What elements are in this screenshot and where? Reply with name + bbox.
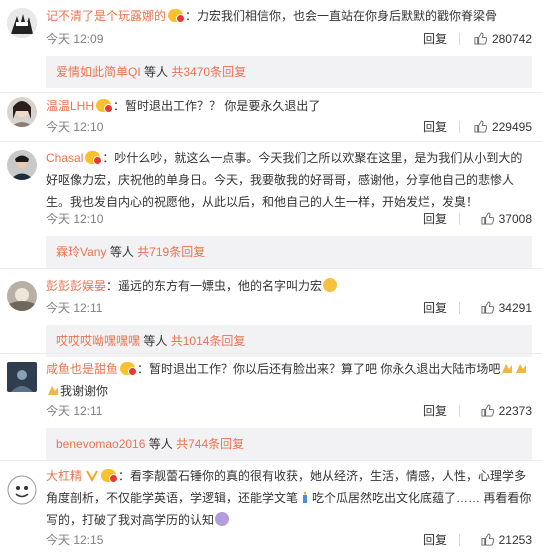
comment-body-tail: 我谢谢你 <box>60 384 109 398</box>
divider <box>459 33 460 45</box>
thumbs-up-icon <box>474 32 488 45</box>
avatar[interactable] <box>7 281 37 311</box>
comment-meta: 今天 12:10 回复 37008 <box>46 210 532 228</box>
divider <box>459 213 460 225</box>
comment-username[interactable]: 大杠精 <box>46 469 82 483</box>
comment-body: ：力宏我们相信你，也会一直站在你身后默默的戳你脊梁骨 <box>185 9 498 23</box>
reply-button[interactable]: 回复 <box>423 402 447 420</box>
clap-emoji-icon <box>516 364 527 373</box>
divider <box>459 121 460 133</box>
reply-button[interactable]: 回复 <box>423 531 447 549</box>
like-count: 280742 <box>491 32 532 46</box>
clap-emoji-icon <box>502 364 513 373</box>
like-count: 21253 <box>498 533 532 547</box>
verified-v-icon <box>86 470 98 482</box>
candle-emoji-icon <box>303 491 308 503</box>
comment-time: 今天 12:09 <box>46 32 104 46</box>
divider <box>0 460 542 461</box>
like-count: 34291 <box>498 301 532 315</box>
divider <box>0 268 542 269</box>
sub-reply-etc: 等人 <box>148 437 173 451</box>
thumbs-up-icon <box>481 301 494 314</box>
sub-reply-user[interactable]: 霖玲Vany <box>56 245 106 259</box>
comment-meta: 今天 12:15 回复 21253 <box>46 531 532 549</box>
avatar[interactable] <box>7 362 37 392</box>
sub-reply-user[interactable]: 爱情如此简单QI <box>56 65 141 79</box>
like-count: 37008 <box>498 212 532 226</box>
like-button[interactable]: 21253 <box>481 531 532 549</box>
sub-reply-user[interactable]: benevomao2016 <box>56 437 145 451</box>
reply-button[interactable]: 回复 <box>423 210 447 228</box>
like-button[interactable]: 37008 <box>481 210 532 228</box>
like-button[interactable]: 22373 <box>481 402 532 420</box>
comment-meta: 今天 12:09 回复 280742 <box>46 30 532 48</box>
like-count: 22373 <box>498 404 532 418</box>
comment-time: 今天 12:11 <box>46 404 103 418</box>
avatar[interactable] <box>7 150 37 180</box>
comment-username[interactable]: 彭彭彭娱晏 <box>46 279 106 293</box>
sub-reply-etc: 等人 <box>109 245 134 259</box>
vip-badge-icon <box>96 99 114 113</box>
comment-body: ：遥远的东方有一嫖虫，他的名字叫力宏 <box>106 279 323 293</box>
like-button[interactable]: 229495 <box>474 118 532 136</box>
sub-reply-etc: 等人 <box>143 334 168 348</box>
avatar[interactable] <box>7 475 37 505</box>
comment-text: 记不清了是个玩露娜的 ：力宏我们相信你，也会一直站在你身后默默的戳你脊梁骨 <box>46 5 532 27</box>
vip-badge-icon <box>168 9 186 23</box>
like-count: 229495 <box>491 120 532 134</box>
comment-meta: 今天 12:11 回复 34291 <box>46 299 532 317</box>
divider <box>0 92 542 93</box>
sub-reply-more-link[interactable]: 共1014条回复 <box>171 334 246 348</box>
divider <box>459 302 460 314</box>
like-button[interactable]: 34291 <box>481 299 532 317</box>
thumbs-up-icon <box>481 212 494 225</box>
thumbs-up-icon <box>481 404 494 417</box>
comment-username[interactable]: Chasal <box>46 151 83 165</box>
vip-badge-icon <box>85 151 103 165</box>
sub-reply-more-link[interactable]: 共744条回复 <box>176 437 244 451</box>
sub-reply-user[interactable]: 哎哎哎呦嘿嘿嘿 <box>56 334 140 348</box>
sub-reply-more-link[interactable]: 共719条回复 <box>137 245 205 259</box>
clap-emoji-icon <box>48 386 58 395</box>
comment-text: 大杠精 ：看李靓蕾石锤你的真的很有收获，她从经济，生活，情感，人性，心理学多角度剖… <box>46 465 532 531</box>
like-button[interactable]: 280742 <box>474 30 532 48</box>
comment-meta: 今天 12:10 回复 229495 <box>46 118 532 136</box>
comment-body: ：暂时退出工作？？ 你是要永久退出了 <box>113 99 321 113</box>
crying-emoji-icon <box>323 278 338 292</box>
sub-reply-box[interactable]: benevomao2016 等人 共744条回复 <box>46 428 532 460</box>
avatar[interactable] <box>7 97 37 127</box>
comment-text: 彭彭彭娱晏：遥远的东方有一嫖虫，他的名字叫力宏 <box>46 275 532 297</box>
comment-time: 今天 12:10 <box>46 212 104 226</box>
thumbs-up-icon <box>481 533 494 546</box>
comment-text: 温温LHH ：暂时退出工作？？ 你是要永久退出了 <box>46 95 532 117</box>
reply-button[interactable]: 回复 <box>423 118 447 136</box>
comment-time: 今天 12:10 <box>46 120 104 134</box>
comment-username[interactable]: 咸鱼也是甜鱼 <box>46 362 118 376</box>
reply-button[interactable]: 回复 <box>423 30 447 48</box>
comment-time: 今天 12:11 <box>46 301 103 315</box>
sub-reply-box[interactable]: 爱情如此简单QI 等人 共3470条回复 <box>46 56 532 88</box>
comment-time: 今天 12:15 <box>46 533 104 547</box>
comment-text: 咸鱼也是甜鱼 ：暂时退出工作？你以后还有脸出来？算了吧 你永久退出大陆市场吧我谢谢… <box>46 358 532 402</box>
avatar[interactable] <box>7 8 37 38</box>
sub-reply-box[interactable]: 霖玲Vany 等人 共719条回复 <box>46 236 532 268</box>
comment-username[interactable]: 温温LHH <box>46 99 94 113</box>
comment-text: Chasal ：吵什么吵，就这么一点事。今天我们之所以欢聚在这里，是为我们从小到大… <box>46 147 532 213</box>
vip-badge-icon <box>101 469 119 483</box>
comment-username[interactable]: 记不清了是个玩露娜的 <box>46 9 166 23</box>
sub-reply-more-link[interactable]: 共3470条回复 <box>171 65 246 79</box>
sub-reply-etc: 等人 <box>144 65 169 79</box>
divider <box>0 141 542 142</box>
comment-body: ：暂时退出工作？你以后还有脸出来？算了吧 你永久退出大陆市场吧 <box>137 362 501 376</box>
comment-body: ：吵什么吵，就这么一点事。今天我们之所以欢聚在这里，是为我们从小到大的好呕像力宏… <box>46 151 523 209</box>
vip-badge-icon <box>120 362 138 376</box>
divider <box>0 353 542 354</box>
comment-meta: 今天 12:11 回复 22373 <box>46 402 532 420</box>
reply-button[interactable]: 回复 <box>423 299 447 317</box>
divider <box>459 405 460 417</box>
divider <box>459 534 460 546</box>
shocked-emoji-icon <box>215 512 230 526</box>
thumbs-up-icon <box>474 120 488 133</box>
